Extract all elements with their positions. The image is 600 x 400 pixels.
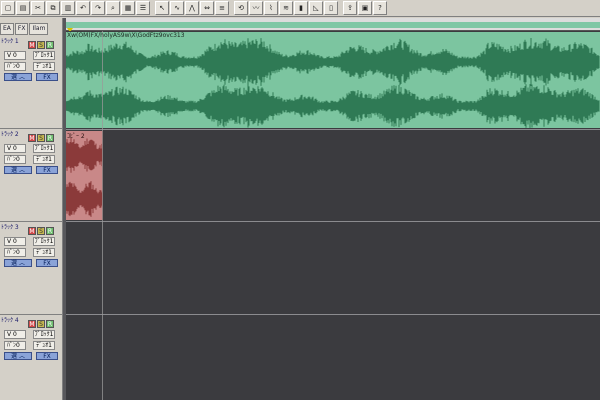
timeline-ruler[interactable] [66,18,600,32]
fx-button[interactable]: FX [36,259,58,267]
volume-field[interactable]: V 0 [4,237,26,246]
cursor-icon[interactable]: ↖ [155,1,169,15]
select-button[interactable]: 選 ︿ [4,352,32,360]
mute-button[interactable]: M [28,134,36,142]
mute-button[interactable]: M [28,320,36,328]
help-icon[interactable]: ? [373,1,387,15]
block-button[interactable]: ﾌﾞﾛｯｸ1 [33,144,55,153]
volume-field[interactable]: V 0 [4,330,26,339]
pan-field[interactable]: ﾊﾟﾝ0 [4,62,26,71]
solo-button[interactable]: S [37,320,45,328]
grid-icon[interactable]: ▦ [121,1,135,15]
copy-icon[interactable]: ⧉ [46,1,60,15]
track-lane-2[interactable]: ｺﾋﾟｰ 2 [66,130,600,222]
track-name: ﾄﾗｯｸ 1 [1,38,19,45]
track-lane-4[interactable] [66,315,600,400]
track-lanes: Xw(OM)FX/holyAS9w\X\GodFtz9ovc313 ｺﾋﾟｰ 2 [66,31,600,400]
mute-button[interactable]: M [28,227,36,235]
wave2-icon[interactable]: 〰 [249,1,263,15]
level-icon[interactable]: ▮ [294,1,308,15]
audio-clip-track2[interactable]: ｺﾋﾟｰ 2 [66,131,103,220]
duo-button[interactable]: ﾃﾞｭｵ1 [33,155,55,164]
track-header-panel: EA FX Ilam ﾄﾗｯｸ 1MSRV 0 ﾌﾞﾛｯｸ1 ﾊﾟﾝ0 ﾃﾞｭｵ1 選 … [0,18,63,400]
pan-field[interactable]: ﾊﾟﾝ0 [4,341,26,350]
clip-name: Xw(OM)FX/holyAS9w\X\GodFtz9ovc313 [67,32,185,39]
toolbar: ▢ ▤ ✂ ⧉ ▥ ↶ ↷ ⌕ ▦ ☰ ↖ ∿ ⋀ ⇔ ≡ ⟲ 〰 ⌇ ≋ ▮ ◺ ▯ ⇪ ▣? [0,0,600,17]
waveform-channel [66,137,102,173]
fx-button[interactable]: FX [36,73,58,81]
scissors-icon[interactable]: ✂ [31,1,45,15]
duo-button[interactable]: ﾃﾞｭｵ1 [33,248,55,257]
view-tabs: EA FX Ilam [0,23,49,35]
fx-button[interactable]: FX [36,166,58,174]
volume-field[interactable]: V 0 [4,144,26,153]
solo-button[interactable]: S [37,134,45,142]
playback-cursor-line [102,31,103,400]
duo-button[interactable]: ﾃﾞｭｵ1 [33,62,55,71]
envelope-icon[interactable]: ⋀ [185,1,199,15]
waveform-channel [66,38,600,86]
solo-button[interactable]: S [37,227,45,235]
track-name: ﾄﾗｯｸ 2 [1,131,19,138]
loop-icon[interactable]: ⟲ [234,1,248,15]
new-file-icon[interactable]: ▢ [1,1,15,15]
fx-button[interactable]: FX [36,352,58,360]
waveform [66,38,600,128]
export-icon[interactable]: ⇪ [343,1,357,15]
duo-button[interactable]: ﾃﾞｭｵ1 [33,341,55,350]
pan-field[interactable]: ﾊﾟﾝ0 [4,248,26,257]
bookmark-icon[interactable]: ▯ [324,1,338,15]
fade-icon[interactable]: ◺ [309,1,323,15]
mute-button[interactable]: M [28,41,36,49]
redo-icon[interactable]: ↷ [91,1,105,15]
record-arm-button[interactable]: R [46,227,54,235]
view-tab-ea[interactable]: EA [0,23,14,35]
block-button[interactable]: ﾌﾞﾛｯｸ1 [33,51,55,60]
record-arm-button[interactable]: R [46,320,54,328]
fx-icon[interactable]: ⌇ [264,1,278,15]
waveform-channel [66,84,600,128]
record-arm-button[interactable]: R [46,134,54,142]
wave-icon[interactable]: ∿ [170,1,184,15]
zoom-icon[interactable]: ⌕ [106,1,120,15]
undo-icon[interactable]: ↶ [76,1,90,15]
audio-clip-track1[interactable]: Xw(OM)FX/holyAS9w\X\GodFtz9ovc313 [66,32,600,128]
volume-field[interactable]: V 0 [4,51,26,60]
list-icon[interactable]: ☰ [136,1,150,15]
mixer-icon[interactable]: ≡ [215,1,229,15]
pan-field[interactable]: ﾊﾟﾝ0 [4,155,26,164]
block-button[interactable]: ﾌﾞﾛｯｸ1 [33,237,55,246]
select-button[interactable]: 選 ︿ [4,73,32,81]
select-button[interactable]: 選 ︿ [4,259,32,267]
waveform [66,137,102,217]
solo-button[interactable]: S [37,41,45,49]
record-arm-button[interactable]: R [46,41,54,49]
view-tab-ilam[interactable]: Ilam [29,23,49,35]
loop-range-bar[interactable] [66,22,600,28]
render-icon[interactable]: ▣ [358,1,372,15]
open-icon[interactable]: ▤ [16,1,30,15]
track-name: ﾄﾗｯｸ 3 [1,224,19,231]
view-tab-fx[interactable]: FX [14,23,29,35]
range-icon[interactable]: ⇔ [200,1,214,15]
track-lane-1[interactable]: Xw(OM)FX/holyAS9w\X\GodFtz9ovc313 [66,31,600,130]
waveform-channel [66,181,102,217]
track-lane-3[interactable] [66,222,600,315]
track-name: ﾄﾗｯｸ 4 [1,317,19,324]
eq-icon[interactable]: ≋ [279,1,293,15]
clip-name: ｺﾋﾟｰ 2 [67,133,85,140]
select-button[interactable]: 選 ︿ [4,166,32,174]
paste-icon[interactable]: ▥ [61,1,75,15]
block-button[interactable]: ﾌﾞﾛｯｸ1 [33,330,55,339]
